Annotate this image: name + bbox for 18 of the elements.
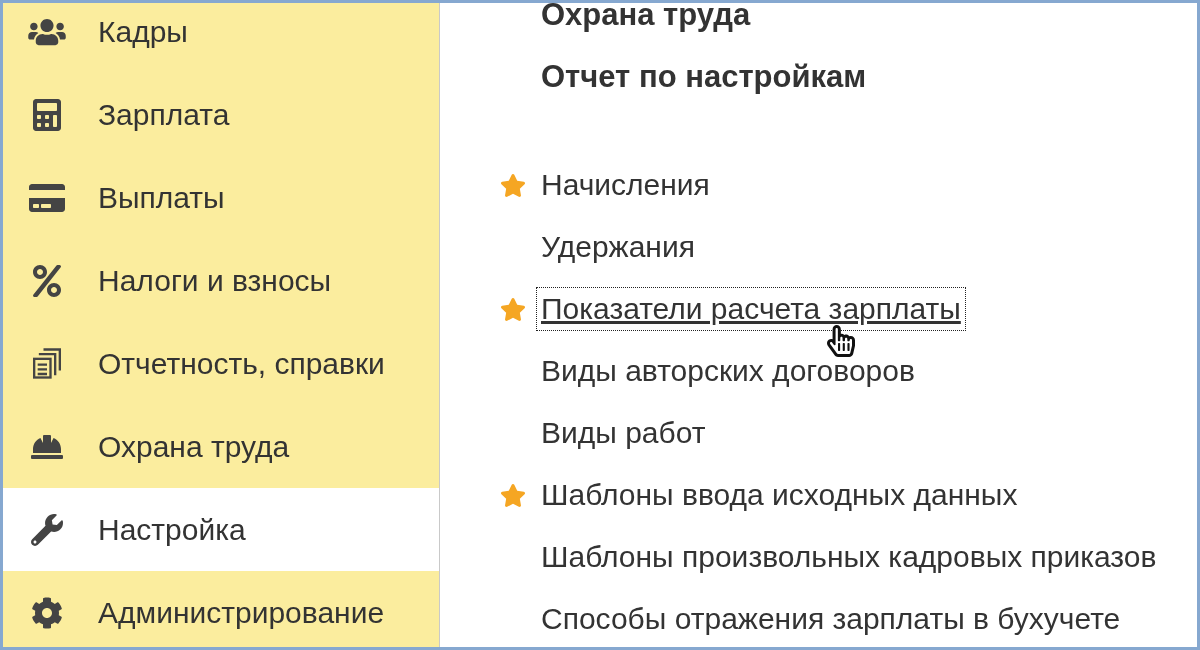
command-link[interactable]: Начисления (536, 163, 715, 207)
hand-cursor-icon (827, 325, 855, 357)
calculator-icon (33, 98, 61, 131)
command-link[interactable]: Шаблоны произвольных кадровых приказов (536, 535, 1162, 579)
command-link[interactable]: Отчет по настройкам (536, 55, 872, 99)
wrench-icon (31, 513, 63, 546)
people-icon (28, 16, 66, 47)
command-link[interactable]: Виды авторских договоров (536, 349, 920, 393)
sidebar-item[interactable]: Настройка (3, 488, 439, 571)
command-link[interactable]: Шаблоны ввода исходных данных (536, 473, 1023, 517)
card-icon (29, 181, 65, 214)
percent-icon (33, 264, 61, 297)
command-link[interactable]: Охрана труда (536, 3, 756, 37)
documents-icon (33, 348, 61, 379)
gear-icon (31, 596, 63, 629)
command-link[interactable]: Удержания (536, 225, 700, 269)
command-link[interactable]: Способы отражения зарплаты в бухучете (536, 597, 1126, 641)
command-link[interactable]: Виды работ (536, 411, 711, 455)
